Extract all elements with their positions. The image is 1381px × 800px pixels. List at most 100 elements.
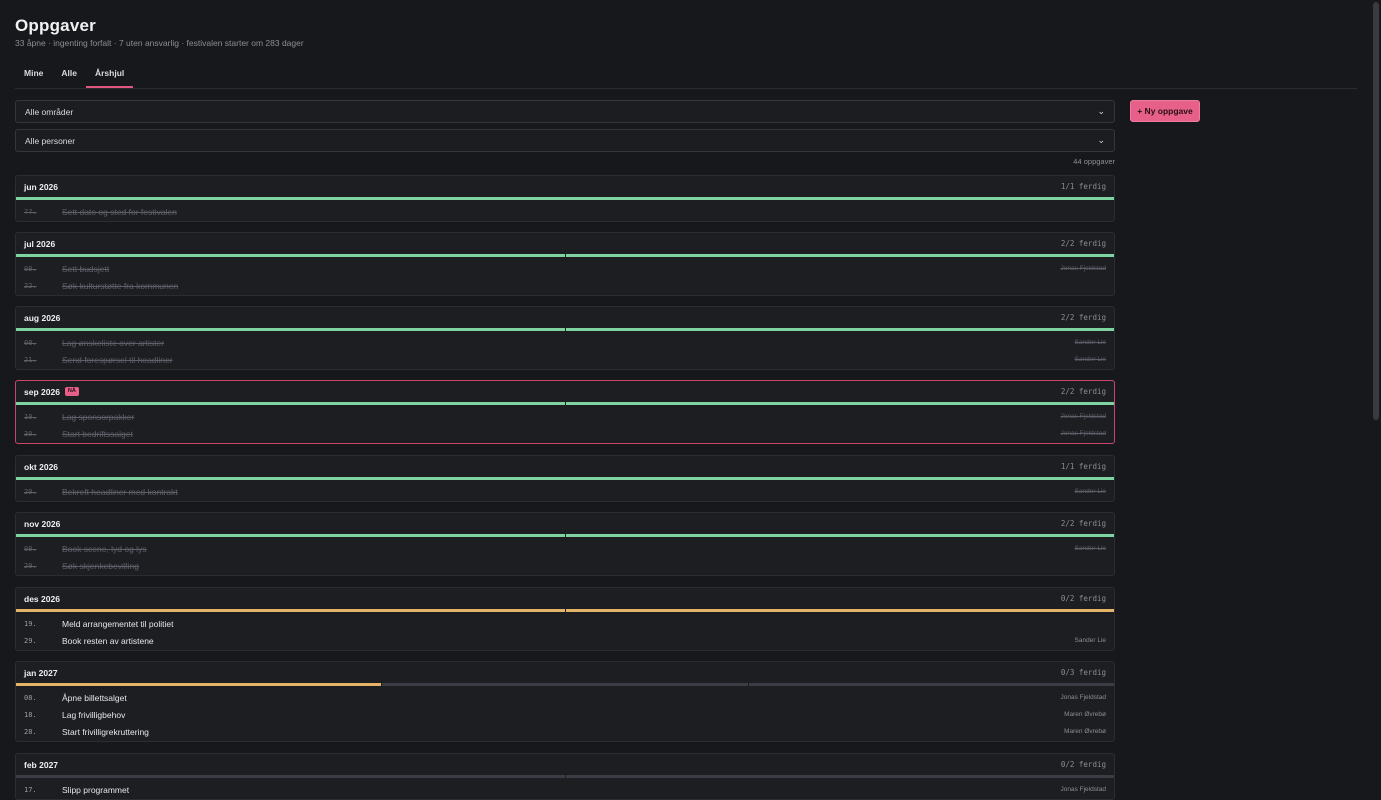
- task-day: 20.: [24, 487, 37, 496]
- task-owner: Jonas Fjeldstad: [1060, 413, 1106, 420]
- task-title: Start bedriftssalget: [62, 428, 133, 439]
- chevron-down-icon: ⌄: [1097, 135, 1105, 145]
- month-progress-bar: [16, 402, 1114, 405]
- task-row[interactable]: 08. Sett budsjett Jonas Fjeldstad: [16, 260, 1114, 277]
- progress-segment: [16, 775, 565, 778]
- month-section: jan 2027 0/3 ferdig 08. Åpne billettsalget J…: [15, 661, 1115, 742]
- month-header: jun 2026 1/1 ferdig: [16, 176, 1114, 197]
- month-progress: 1/1 ferdig: [1060, 182, 1106, 191]
- task-owner: Jonas Fjeldstad: [1060, 265, 1106, 272]
- month-section: sep 2026 NÅ 2/2 ferdig 10. Lag sponsorpakker…: [15, 380, 1115, 444]
- task-owner: Sander Lie: [1074, 637, 1106, 644]
- area-filter-select[interactable]: Alle områder ⌄: [15, 100, 1115, 123]
- task-owner: Sander Lie: [1074, 356, 1106, 363]
- month-progress-bar: [16, 609, 1114, 612]
- tab-arshjul[interactable]: Årshjul: [85, 62, 134, 88]
- task-row[interactable]: 21. Send forespørsel til headliner Sander …: [16, 351, 1114, 368]
- task-title: Start frivilligrekruttering: [62, 726, 149, 737]
- task-row[interactable]: 30. Start bedriftssalget Jonas Fjeldstad: [16, 425, 1114, 442]
- month-section: jun 2026 1/1 ferdig??. Sett dato og sted f…: [15, 175, 1115, 222]
- month-label: jul 2026: [24, 238, 56, 249]
- month-header: nov 2026 2/2 ferdig: [16, 513, 1114, 534]
- month-header: jan 2027 0/3 ferdig: [16, 662, 1114, 683]
- task-owner: Jonas Fjeldstad: [1060, 786, 1106, 793]
- task-list: 19. Meld arrangementet til politiet 29. Boo…: [16, 612, 1114, 650]
- task-day: 30.: [24, 429, 37, 438]
- tab-mine[interactable]: Mine: [15, 62, 52, 81]
- task-row[interactable]: 29. Søk skjenkebevilling: [16, 557, 1114, 574]
- month-label: nov 2026: [24, 518, 61, 529]
- task-day: 19.: [24, 619, 37, 628]
- month-section: des 2026 0/2 ferdig 19. Meld arrangementet …: [15, 587, 1115, 651]
- month-title: jun 2026: [24, 182, 58, 192]
- task-row[interactable]: 18. Lag frivilligbehov Maren Øvrebø: [16, 706, 1114, 723]
- task-owner: Jonas Fjeldstad: [1060, 694, 1106, 701]
- person-filter-value: Alle personer: [25, 135, 76, 146]
- task-row[interactable]: 10. Lag sponsorpakker Jonas Fjeldstad: [16, 408, 1114, 425]
- task-owner: Jonas Fjeldstad: [1060, 430, 1106, 437]
- task-list: 17. Slipp programmet Jonas Fjeldstad: [16, 778, 1114, 799]
- month-progress-bar: [16, 477, 1114, 480]
- person-filter-select[interactable]: Alle personer ⌄: [15, 129, 1115, 152]
- task-day: 29.: [24, 636, 37, 645]
- month-progress: 2/2 ferdig: [1060, 387, 1106, 396]
- month-title: jul 2026: [24, 239, 55, 249]
- task-title: Slipp programmet: [62, 784, 130, 795]
- month-section: feb 2027 0/2 ferdig 17. Slipp programmet Jon…: [15, 753, 1115, 800]
- month-label: feb 2027: [24, 759, 59, 770]
- task-row[interactable]: 29. Book resten av artistene Sander Lie: [16, 632, 1114, 649]
- task-day: 08.: [24, 338, 37, 347]
- task-row[interactable]: 08. Åpne billettsalget Jonas Fjeldstad: [16, 689, 1114, 706]
- progress-segment: [16, 328, 565, 331]
- month-label: sep 2026: [24, 386, 60, 397]
- task-title: Søk skjenkebevilling: [62, 560, 140, 571]
- new-task-button[interactable]: + Ny oppgave: [1130, 100, 1200, 122]
- month-section: jul 2026 2/2 ferdig 08. Sett budsjett Jonas …: [15, 232, 1115, 296]
- task-row[interactable]: 19. Meld arrangementet til politiet: [16, 615, 1114, 632]
- progress-segment: [16, 683, 382, 686]
- task-day: 29.: [24, 561, 37, 570]
- progress-segment: [748, 683, 1114, 686]
- month-title: feb 2027: [24, 760, 58, 770]
- task-row[interactable]: 22. Søk kulturstøtte fra kommunen: [16, 277, 1114, 294]
- tab-alle[interactable]: Alle: [52, 62, 86, 81]
- task-title: Sett dato og sted for festivalen: [62, 206, 177, 217]
- task-list: 08. Åpne billettsalget Jonas Fjeldstad 18. L…: [16, 686, 1114, 741]
- month-title: nov 2026: [24, 519, 60, 529]
- task-row[interactable]: 28. Start frivilligrekruttering Maren Øvre…: [16, 723, 1114, 740]
- month-progress-bar: [16, 683, 1114, 686]
- month-label: jun 2026: [24, 181, 59, 192]
- task-owner: Sander Lie: [1074, 545, 1106, 552]
- task-day: 08.: [24, 693, 37, 702]
- progress-segment: [16, 254, 565, 257]
- task-day: ??.: [24, 207, 37, 216]
- task-list: 08. Book scene, lyd og lys Sander Lie 29. Sø…: [16, 537, 1114, 575]
- task-day: 28.: [24, 727, 37, 736]
- month-label: des 2026: [24, 593, 60, 604]
- task-title: Søk kulturstøtte fra kommunen: [62, 280, 179, 291]
- month-section: aug 2026 2/2 ferdig 08. Lag ønskeliste over…: [15, 306, 1115, 370]
- task-row[interactable]: 20. Bekreft headliner med kontrakt Sander …: [16, 483, 1114, 500]
- month-progress: 0/3 ferdig: [1060, 668, 1106, 677]
- month-progress-bar: [16, 328, 1114, 331]
- task-title: Sett budsjett: [62, 263, 110, 274]
- progress-segment: [565, 534, 1114, 537]
- month-header: aug 2026 2/2 ferdig: [16, 307, 1114, 328]
- month-progress-bar: [16, 775, 1114, 778]
- task-owner: Maren Øvrebø: [1064, 728, 1106, 735]
- task-title: Meld arrangementet til politiet: [62, 618, 174, 629]
- task-owner: Sander Lie: [1074, 488, 1106, 495]
- chevron-down-icon: ⌄: [1097, 106, 1105, 116]
- page-scrollbar[interactable]: [1373, 2, 1379, 420]
- task-day: 18.: [24, 710, 37, 719]
- task-row[interactable]: 08. Book scene, lyd og lys Sander Lie: [16, 540, 1114, 557]
- progress-segment: [382, 683, 748, 686]
- task-row[interactable]: 17. Slipp programmet Jonas Fjeldstad: [16, 781, 1114, 798]
- view-tabs: Mine Alle Årshjul: [15, 62, 1357, 89]
- month-title: jan 2027: [24, 668, 58, 678]
- task-day: 22.: [24, 281, 37, 290]
- progress-segment: [565, 775, 1114, 778]
- task-row[interactable]: 08. Lag ønskeliste over artister Sander Li…: [16, 334, 1114, 351]
- task-row[interactable]: ??. Sett dato og sted for festivalen: [16, 203, 1114, 220]
- task-list: 08. Lag ønskeliste over artister Sander Li…: [16, 331, 1114, 369]
